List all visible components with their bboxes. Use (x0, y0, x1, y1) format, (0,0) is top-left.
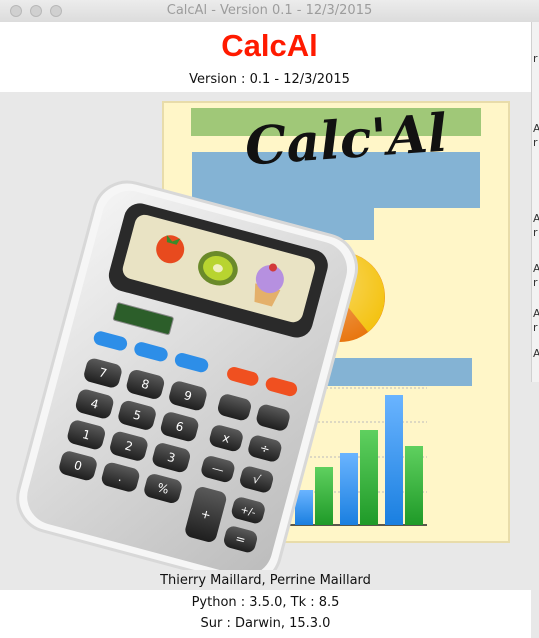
python-version-label: Python : 3.5.0, Tk : 8.5 (191, 595, 340, 610)
strip-letter: r (533, 321, 538, 334)
bar-green-4 (405, 446, 423, 525)
system-label: Sur : Darwin, 15.3.0 (200, 616, 331, 631)
bar-green-3 (360, 430, 378, 525)
strip-letter: A (533, 262, 539, 275)
strip-letter: r (533, 136, 538, 149)
title-bar: CalcAl - Version 0.1 - 12/3/2015 (0, 0, 539, 23)
strip-letter: A (533, 347, 539, 360)
bar-green-2 (315, 467, 333, 525)
bar-blue-4 (385, 395, 403, 525)
artwork-svg: Calc'Al 7 8 9 4 5 6 x ÷ 1 2 3 — √ 0 . % … (16, 101, 510, 586)
splash-artwork: Calc'Al 7 8 9 4 5 6 x ÷ 1 2 3 — √ 0 . % … (0, 92, 531, 586)
strip-letter: A (533, 122, 539, 135)
version-label: Version : 0.1 - 12/3/2015 (189, 72, 350, 87)
app-name: CalcAl (221, 28, 318, 63)
strip-letter: A (533, 212, 539, 225)
strip-letter: r (533, 226, 538, 239)
strip-letter: r (533, 276, 538, 289)
bar-blue-3 (340, 453, 358, 525)
authors-label: Thierry Maillard, Perrine Maillard (160, 573, 371, 588)
strip-letter: A (533, 307, 539, 320)
window-title: CalcAl - Version 0.1 - 12/3/2015 (166, 3, 373, 18)
